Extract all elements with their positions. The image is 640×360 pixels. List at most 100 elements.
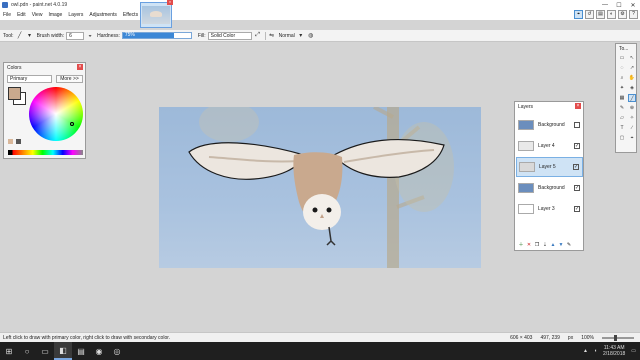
layer-row[interactable]: Layer 3 ✓ <box>516 199 583 219</box>
move-icon[interactable]: ↖ <box>628 54 636 62</box>
layer-visibility-checkbox[interactable] <box>574 122 580 128</box>
layer-row[interactable]: Layer 4 ✓ <box>516 136 583 156</box>
layer-properties-icon[interactable]: ✎ <box>566 242 572 248</box>
layer-visibility-checkbox[interactable]: ✓ <box>573 164 579 170</box>
reset-colors-icon[interactable] <box>16 139 21 144</box>
layer-visibility-checkbox[interactable]: ✓ <box>574 185 580 191</box>
fill-select[interactable]: Solid Color <box>207 31 252 40</box>
shapes-icon[interactable]: ▢ <box>618 134 626 142</box>
color-mode-select[interactable]: Primary <box>7 75 52 83</box>
move-selection-icon[interactable]: ↗ <box>628 64 636 72</box>
maximize-button[interactable]: ☐ <box>612 0 626 10</box>
paintnet-taskbar-icon[interactable]: ◧ <box>54 342 72 360</box>
clock-date: 2/18/2018 <box>603 351 626 357</box>
alpha-blending-icon[interactable]: ◍ <box>307 32 315 40</box>
units-select[interactable]: px <box>568 335 573 341</box>
move-layer-up-icon[interactable]: ▲ <box>550 242 556 248</box>
image-tab-close-icon[interactable]: × <box>167 0 173 5</box>
delete-layer-icon[interactable]: ✕ <box>526 242 532 248</box>
gradient-icon[interactable]: ▦ <box>618 94 626 102</box>
hardness-slider[interactable]: 75% <box>121 32 192 39</box>
search-icon[interactable]: ○ <box>18 342 36 360</box>
image-canvas[interactable] <box>159 107 481 268</box>
zoom-knob[interactable] <box>614 334 617 341</box>
history-toggle-icon[interactable]: ↺ <box>585 10 594 19</box>
color-wheel[interactable] <box>29 87 83 141</box>
line-icon[interactable]: ∕ <box>628 124 636 132</box>
move-layer-down-icon[interactable]: ▼ <box>558 242 564 248</box>
fill-label: Fill: <box>197 32 206 39</box>
volume-icon[interactable]: ◖ <box>594 348 597 354</box>
file-explorer-icon[interactable]: ▤ <box>72 342 90 360</box>
pencil-icon[interactable]: ✎ <box>618 104 626 112</box>
clone-icon[interactable]: ⊕ <box>628 104 636 112</box>
menu-view[interactable]: View <box>29 12 46 18</box>
menu-file[interactable]: File <box>0 12 14 18</box>
layers-close-icon[interactable]: × <box>575 103 581 109</box>
menu-effects[interactable]: Effects <box>120 12 141 18</box>
brush-tool-icon[interactable]: ╱ <box>16 32 24 40</box>
text-icon[interactable]: T <box>618 124 626 132</box>
notifications-icon[interactable]: ▭ <box>631 348 636 354</box>
clock[interactable]: 11:43 AM 2/18/2018 <box>603 345 625 357</box>
colors-toggle-icon[interactable]: ◐ <box>607 10 616 19</box>
layers-toggle-icon[interactable]: ▤ <box>596 10 605 19</box>
paintnet-window: owl.pdn - paint.net 4.0.19 — ☐ ✕ File Ed… <box>0 0 640 342</box>
antialias-icon[interactable]: ◒ <box>86 32 94 40</box>
app-icon[interactable]: ◎ <box>108 342 126 360</box>
select-rect-icon[interactable]: ▭ <box>618 54 626 62</box>
fill-dropdown-icon[interactable]: ⤢ <box>254 32 262 40</box>
zoom-slider[interactable] <box>602 334 634 341</box>
bucket-icon[interactable]: ◈ <box>628 84 636 92</box>
layer-name: Background <box>538 185 565 191</box>
hardness-label: Hardness: <box>97 32 120 39</box>
magic-wand-icon[interactable]: ✦ <box>618 84 626 92</box>
minimize-button[interactable]: — <box>598 0 612 10</box>
recolor-icon[interactable]: ✧ <box>628 114 636 122</box>
help-icon[interactable]: ? <box>629 10 638 19</box>
layer-visibility-checkbox[interactable]: ✓ <box>574 206 580 212</box>
layer-visibility-checkbox[interactable]: ✓ <box>574 143 580 149</box>
layer-name: Layer 5 <box>539 164 556 170</box>
menu-layers[interactable]: Layers <box>65 12 86 18</box>
settings-icon[interactable]: ⚙ <box>618 10 627 19</box>
merge-layer-icon[interactable]: ⇣ <box>542 242 548 248</box>
blend-mode-icon[interactable]: ⇋ <box>268 32 276 40</box>
layer-row[interactable]: Background <box>516 115 583 135</box>
dropdown-arrow-icon[interactable]: ▾ <box>26 32 34 40</box>
menu-image[interactable]: Image <box>45 12 65 18</box>
duplicate-layer-icon[interactable]: ❐ <box>534 242 540 248</box>
pan-icon[interactable]: ✋ <box>628 74 636 82</box>
color-picker-icon[interactable]: ⌖ <box>628 134 636 142</box>
primary-color-swatch[interactable] <box>8 87 21 100</box>
layer-row[interactable]: Background ✓ <box>516 178 583 198</box>
tools-toggle-icon[interactable]: ⌖ <box>574 10 583 19</box>
zoom-icon[interactable]: ⌕ <box>618 74 626 82</box>
more-colors-button[interactable]: More >> <box>56 75 83 83</box>
color-wheel-marker[interactable] <box>70 122 74 126</box>
firefox-icon[interactable]: ◉ <box>90 342 108 360</box>
owl-face <box>303 194 341 230</box>
brush-width-input[interactable]: 6 <box>66 31 85 40</box>
title-bar: owl.pdn - paint.net 4.0.19 — ☐ ✕ <box>0 0 640 10</box>
eraser-icon[interactable]: ▱ <box>618 114 626 122</box>
color-palette[interactable] <box>8 150 83 155</box>
task-view-icon[interactable]: ▭ <box>36 342 54 360</box>
add-layer-icon[interactable]: ＋ <box>518 242 524 248</box>
layer-row[interactable]: Layer 5 ✓ <box>516 157 583 177</box>
blend-mode-select[interactable]: Normal <box>279 33 295 39</box>
image-tab-owl[interactable]: × <box>140 0 173 28</box>
menu-adjustments[interactable]: Adjustments <box>86 12 120 18</box>
blend-dropdown-icon[interactable]: ▾ <box>297 32 305 40</box>
swap-colors-icon[interactable] <box>8 139 13 144</box>
start-icon[interactable]: ⊞ <box>0 342 18 360</box>
network-icon[interactable]: ▲ <box>583 348 588 354</box>
brush-icon[interactable]: ╱ <box>628 94 636 102</box>
close-button[interactable]: ✕ <box>626 0 640 10</box>
zoom-value[interactable]: 100% <box>581 335 594 341</box>
lasso-icon[interactable]: ◌ <box>618 64 626 72</box>
tool-options-bar: Tool: ╱ ▾ Brush width: 6 ◒ Hardness: 75%… <box>0 30 640 42</box>
menu-edit[interactable]: Edit <box>14 12 29 18</box>
brush-width-label: Brush width: <box>36 32 65 39</box>
colors-close-icon[interactable]: × <box>77 64 83 70</box>
